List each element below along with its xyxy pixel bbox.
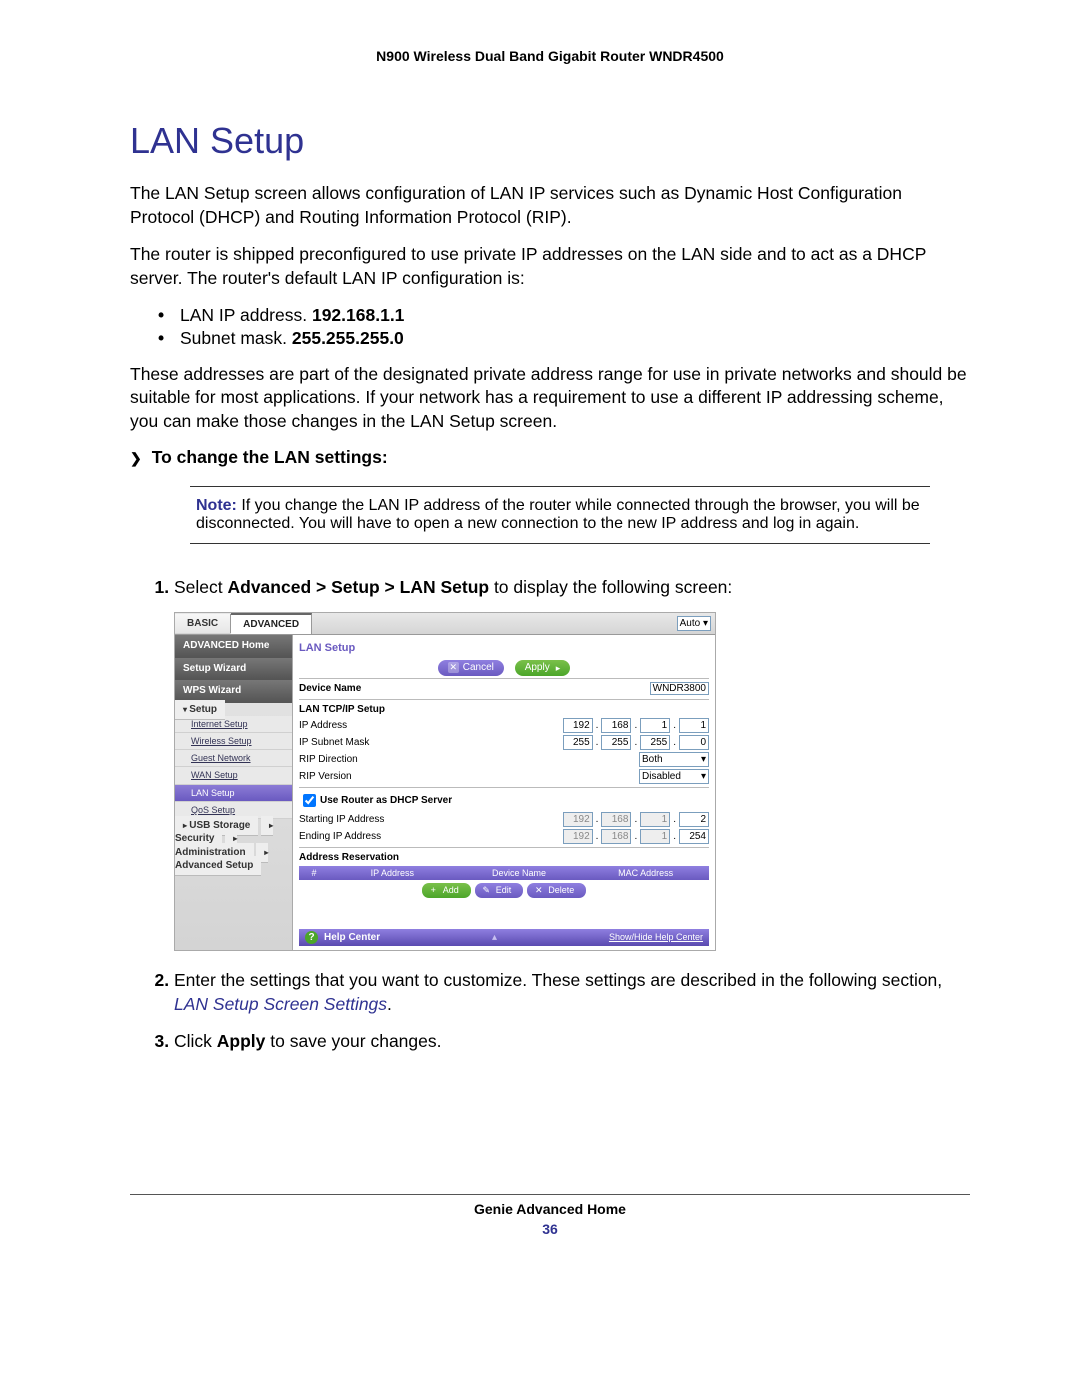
subnet-bullet: Subnet mask. 255.255.255.0 — [158, 328, 970, 349]
language-select[interactable]: Auto ▾ — [677, 616, 711, 631]
chevron-down-icon: ▾ — [701, 770, 706, 783]
step-1: Select Advanced > Setup > LAN Setup to d… — [174, 576, 970, 951]
close-icon: ✕ — [448, 662, 459, 673]
sidebar-section-setup[interactable]: Setup — [175, 700, 225, 720]
main-panel: LAN Setup ✕Cancel Apply▸ Device Name WND… — [293, 635, 715, 950]
close-icon: ✕ — [533, 884, 544, 896]
doc-header: N900 Wireless Dual Band Gigabit Router W… — [130, 48, 970, 64]
step-2-link: LAN Setup Screen Settings — [174, 994, 387, 1014]
step-3-bold: Apply — [217, 1031, 266, 1051]
chevron-up-icon[interactable]: ▴ — [380, 931, 609, 945]
chevron-down-icon: ▾ — [703, 618, 708, 629]
delete-button[interactable]: ✕Delete — [527, 883, 586, 898]
apply-button[interactable]: Apply▸ — [515, 660, 571, 676]
sidebar-item-advanced-home[interactable]: ADVANCED Home — [175, 635, 292, 658]
step-1-pre: Select — [174, 577, 228, 597]
step-3: Click Apply to save your changes. — [174, 1030, 970, 1054]
help-bar: ? Help Center ▴ Show/Hide Help Center — [299, 929, 709, 947]
end-ip-label: Ending IP Address — [299, 830, 439, 844]
tab-advanced[interactable]: ADVANCED — [231, 613, 312, 635]
step-3-pre: Click — [174, 1031, 217, 1051]
footer-text: Genie Advanced Home — [130, 1201, 970, 1217]
end-ip-input[interactable]: 192. 168. 1. 254 — [563, 829, 709, 844]
step-2: Enter the settings that you want to cust… — [174, 969, 970, 1016]
lan-ip-label: LAN IP address. — [180, 305, 312, 325]
subnet-value: 255.255.255.0 — [292, 328, 404, 348]
help-toggle-link[interactable]: Show/Hide Help Center — [609, 931, 703, 943]
reservation-table-header: # IP Address Device Name MAC Address — [299, 866, 709, 880]
help-icon[interactable]: ? — [305, 931, 318, 944]
cancel-button[interactable]: ✕Cancel — [438, 660, 504, 676]
subnet-label: Subnet mask. — [180, 328, 292, 348]
add-button[interactable]: +Add — [422, 883, 471, 898]
page-footer: Genie Advanced Home 36 — [130, 1194, 970, 1237]
device-name-label: Device Name — [299, 682, 439, 696]
lan-ip-bullet: LAN IP address. 192.168.1.1 — [158, 305, 970, 326]
note-label: Note: — [196, 497, 237, 514]
note-box: Note: If you change the LAN IP address o… — [190, 486, 930, 544]
page-number: 36 — [130, 1221, 970, 1237]
sidebar-item-wireless-setup[interactable]: Wireless Setup — [175, 733, 292, 750]
subnet-label: IP Subnet Mask — [299, 736, 439, 750]
device-name-input[interactable]: WNDR3800 — [650, 682, 709, 695]
help-center-label: Help Center — [324, 931, 380, 945]
subnet-input[interactable]: 255. 255. 255. 0 — [563, 735, 709, 750]
section-title: LAN Setup — [130, 120, 970, 162]
rip-direction-select[interactable]: Both ▾ — [639, 752, 709, 767]
ip-address-input[interactable]: 192. 168. 1. 1 — [563, 718, 709, 733]
plus-icon: + — [428, 884, 439, 896]
intro-paragraph-2: The router is shipped preconfigured to u… — [130, 243, 970, 290]
sidebar-item-setup-wizard[interactable]: Setup Wizard — [175, 658, 292, 681]
step-1-post: to display the following screen: — [489, 577, 732, 597]
ip-address-label: IP Address — [299, 719, 439, 733]
lan-ip-value: 192.168.1.1 — [312, 305, 404, 325]
step-3-post: to save your changes. — [265, 1031, 441, 1051]
lan-tcpip-heading: LAN TCP/IP Setup — [299, 703, 439, 717]
sidebar-item-wan-setup[interactable]: WAN Setup — [175, 767, 292, 784]
step-2-post: . — [387, 994, 392, 1014]
rip-version-select[interactable]: Disabled ▾ — [639, 769, 709, 784]
edit-button[interactable]: ✎Edit — [475, 883, 524, 898]
intro-paragraph-3: These addresses are part of the designat… — [130, 363, 970, 434]
step-1-path: Advanced > Setup > LAN Setup — [228, 577, 490, 597]
note-text: If you change the LAN IP address of the … — [196, 497, 920, 532]
step-2-pre: Enter the settings that you want to cust… — [174, 970, 942, 990]
dhcp-checkbox[interactable] — [303, 794, 316, 807]
sidebar-item-lan-setup[interactable]: LAN Setup — [175, 785, 292, 802]
panel-title: LAN Setup — [299, 641, 709, 656]
start-ip-input[interactable]: 192. 168. 1. 2 — [563, 812, 709, 827]
chevron-down-icon: ▾ — [701, 753, 706, 766]
sidebar-item-guest-network[interactable]: Guest Network — [175, 750, 292, 767]
procedure-heading: To change the LAN settings: — [130, 447, 970, 468]
intro-paragraph-1: The LAN Setup screen allows configuratio… — [130, 182, 970, 229]
dhcp-checkbox-label: Use Router as DHCP Server — [320, 794, 452, 808]
arrow-right-icon: ▸ — [556, 662, 561, 674]
tab-basic[interactable]: BASIC — [175, 614, 231, 634]
rip-direction-label: RIP Direction — [299, 753, 439, 767]
default-config-list: LAN IP address. 192.168.1.1 Subnet mask.… — [158, 305, 970, 349]
sidebar: ADVANCED Home Setup Wizard WPS Wizard Se… — [175, 635, 293, 950]
start-ip-label: Starting IP Address — [299, 813, 439, 827]
address-reservation-heading: Address Reservation — [299, 851, 439, 865]
sidebar-item-internet-setup[interactable]: Internet Setup — [175, 716, 292, 733]
pencil-icon: ✎ — [481, 884, 492, 896]
router-screenshot: BASIC ADVANCED Auto ▾ ADVANCED Home Setu… — [174, 612, 716, 951]
rip-version-label: RIP Version — [299, 770, 439, 784]
